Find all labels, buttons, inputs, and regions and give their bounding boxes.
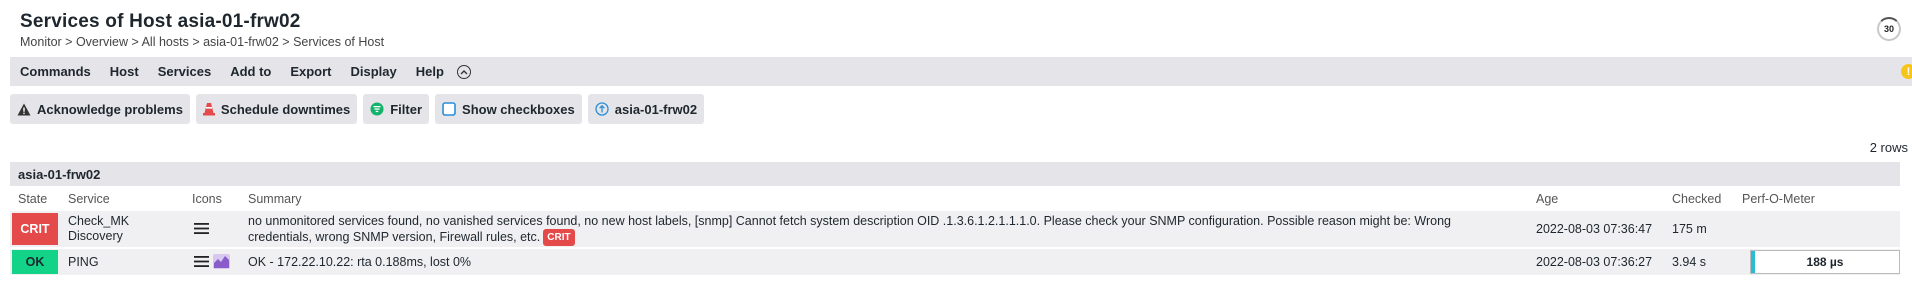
age-value: 2022-08-03 07:36:47 [1536,222,1653,236]
menu-add-to[interactable]: Add to [230,64,271,79]
column-age[interactable]: Age [1536,192,1558,206]
state-badge-crit: CRIT [12,213,58,245]
menu-export[interactable]: Export [290,64,331,79]
filter-button[interactable]: Filter [363,94,430,124]
menu-bar: Commands Host Services Add to Export Dis… [10,57,1912,86]
summary-text: OK - 172.22.10.22: rta 0.188ms, lost 0% [248,255,472,269]
checked-value: 175 m [1672,222,1707,236]
warning-icon[interactable]: ! [1901,64,1912,79]
table-row: OK PING OK - 172.22.10.22: rta 0.188ms, … [10,249,1900,275]
menu-help[interactable]: Help [416,64,444,79]
column-checked[interactable]: Checked [1672,192,1721,206]
breadcrumb-current: Services of Host [293,35,385,49]
column-perf-o-meter[interactable]: Perf-O-Meter [1742,192,1815,206]
checked-value: 3.94 s [1672,255,1707,269]
column-state[interactable]: State [18,192,47,206]
show-checkboxes-button[interactable]: Show checkboxes [435,94,582,124]
breadcrumb-overview[interactable]: Overview [76,35,128,49]
host-link-button[interactable]: asia-01-frw02 [587,94,705,124]
schedule-downtimes-button[interactable]: Schedule downtimes [195,94,358,124]
arrow-up-circle-icon [595,102,609,116]
chevron-up-icon[interactable] [456,64,471,79]
breadcrumb: Monitor > Overview > All hosts > asia-01… [20,35,385,49]
menu-icon[interactable] [194,255,209,271]
service-name[interactable]: PING [68,255,99,269]
age-value: 2022-08-03 07:36:27 [1536,255,1653,269]
column-service[interactable]: Service [68,192,110,206]
menu-display[interactable]: Display [351,64,397,79]
state-badge-ok: OK [12,250,58,274]
action-bar: Acknowledge problems Schedule downtimes … [10,94,705,124]
graph-icon[interactable] [213,254,230,272]
breadcrumb-all-hosts[interactable]: All hosts [142,35,189,49]
acknowledge-problems-button[interactable]: Acknowledge problems [10,94,190,124]
page-title: Services of Host asia-01-frw02 [20,11,301,32]
warning-triangle-icon [17,103,31,116]
service-name[interactable]: Check_MK Discovery [68,214,129,244]
filter-icon [370,102,384,116]
breadcrumb-monitor[interactable]: Monitor [20,35,62,49]
menu-icon[interactable] [194,222,209,238]
summary-text: no unmonitored services found, no vanish… [248,214,1451,246]
menu-services[interactable]: Services [158,64,212,79]
rows-count: 2 rows [1869,140,1908,155]
column-summary[interactable]: Summary [248,192,301,206]
table-row: CRIT Check_MK Discovery no unmonitored s… [10,211,1900,247]
menu-host[interactable]: Host [110,64,139,79]
menu-commands[interactable]: Commands [20,64,91,79]
downtime-cone-icon [202,102,215,116]
perf-o-meter-value: 188 µs [1806,255,1844,269]
breadcrumb-host[interactable]: asia-01-frw02 [203,35,279,49]
crit-badge: CRIT [543,229,575,246]
reload-timer-icon[interactable]: 30 [1877,17,1901,41]
column-icons[interactable]: Icons [192,192,222,206]
host-group-header[interactable]: asia-01-frw02 [10,162,1900,186]
checkbox-icon [442,102,456,116]
perf-o-meter: 188 µs [1750,250,1900,274]
